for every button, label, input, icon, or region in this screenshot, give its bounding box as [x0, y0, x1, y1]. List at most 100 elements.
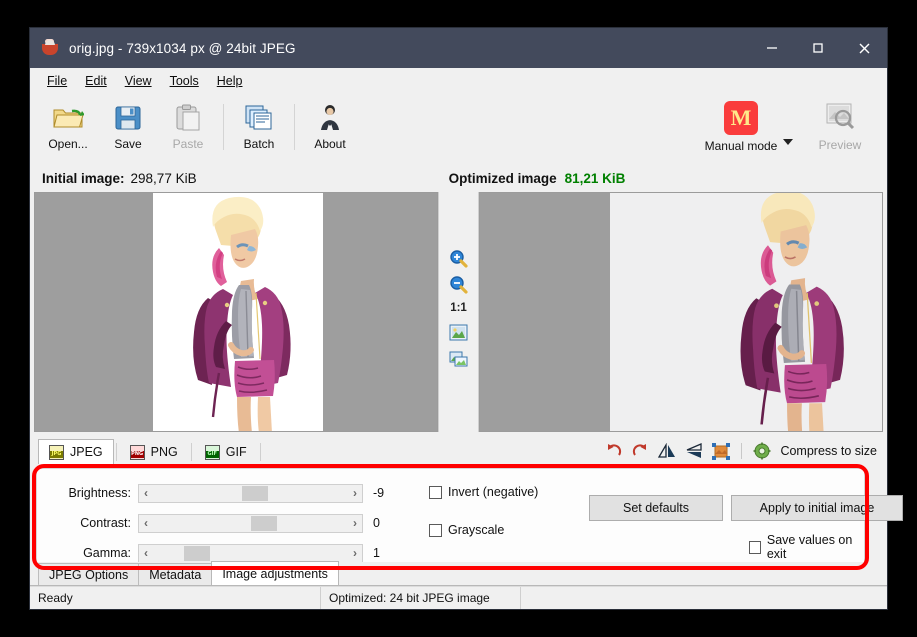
status-ready: Ready — [38, 591, 73, 605]
zoom-in-icon[interactable] — [449, 248, 469, 268]
floppy-save-icon — [114, 101, 142, 135]
contrast-thumb[interactable] — [250, 515, 277, 531]
invert-checkbox[interactable] — [429, 485, 442, 499]
paste-button[interactable]: Paste — [158, 98, 218, 163]
toolbar-separator-2 — [294, 104, 295, 150]
fit-to-window-icon[interactable] — [449, 322, 469, 342]
tab-metadata[interactable]: Metadata — [138, 563, 213, 585]
zoom-out-icon[interactable] — [449, 274, 469, 294]
save-values-on-exit-checkbox[interactable] — [749, 540, 761, 554]
compare-images-icon[interactable] — [449, 348, 469, 368]
rotate-left-icon[interactable] — [604, 442, 622, 460]
zoom-1to1-button[interactable]: 1:1 — [450, 302, 467, 314]
flip-vertical-icon[interactable] — [685, 442, 703, 460]
maximize-icon[interactable] — [795, 28, 841, 68]
contrast-value: 0 — [373, 516, 380, 530]
brightness-slider[interactable]: ‹ › — [138, 483, 363, 503]
format-tab-png[interactable]: PNG PNG — [119, 439, 189, 464]
initial-image-value: 298,77 KiB — [130, 170, 197, 186]
grayscale-checkbox[interactable] — [429, 523, 442, 537]
tab-jpeg-options[interactable]: JPEG Options — [38, 563, 140, 585]
optimized-image-value: 81,21 KiB — [564, 170, 626, 186]
toolbar-right-group: M Manual mode Preview — [693, 98, 877, 163]
contrast-increase-arrow[interactable]: › — [348, 516, 362, 530]
format-tab-gif-label: GIF — [225, 445, 247, 459]
close-icon[interactable] — [841, 28, 887, 68]
invert-checkbox-row[interactable]: Invert (negative) — [429, 485, 538, 499]
initial-image-info: Initial image: 298,77 KiB — [42, 171, 197, 186]
gamma-slider[interactable]: ‹ › — [138, 543, 363, 563]
bottom-tab-bar: JPEG Options Metadata Image adjustments — [30, 561, 887, 586]
manual-mode-button[interactable]: M Manual mode — [693, 98, 789, 163]
preview-zoom-toolbar: 1:1 — [438, 192, 479, 432]
preview-area: 1:1 — [30, 192, 887, 434]
set-defaults-button[interactable]: Set defaults — [589, 495, 723, 521]
apply-to-initial-image-button[interactable]: Apply to initial image — [731, 495, 903, 521]
gif-file-icon: GIF — [204, 444, 220, 460]
format-tab-separator-3 — [259, 443, 261, 461]
menu-tools-label: Tools — [169, 73, 199, 88]
gear-compress-icon[interactable] — [753, 442, 771, 460]
minimize-icon[interactable] — [749, 28, 795, 68]
optimized-image-canvas — [610, 193, 882, 431]
initial-image-canvas — [153, 193, 323, 431]
contrast-slider[interactable]: ‹ › — [138, 513, 363, 533]
gamma-decrease-arrow[interactable]: ‹ — [139, 546, 153, 560]
gamma-thumb[interactable] — [183, 545, 210, 561]
tools-separator — [741, 443, 743, 459]
optimized-image-illustration — [610, 193, 882, 431]
save-button-label: Save — [114, 137, 142, 151]
brightness-thumb[interactable] — [241, 485, 268, 501]
menu-view[interactable]: View — [116, 71, 161, 91]
adjustment-buttons: Set defaults Apply to initial image — [589, 495, 903, 521]
manual-mode-label: Manual mode — [704, 139, 778, 153]
format-tab-separator-1 — [115, 443, 117, 461]
about-button[interactable]: About — [300, 98, 360, 163]
rotate-right-icon[interactable] — [631, 442, 649, 460]
gif-icon-tag: GIF — [205, 450, 219, 458]
title-bar: orig.jpg - 739x1034 px @ 24bit JPEG — [30, 28, 887, 68]
flip-horizontal-icon[interactable] — [658, 442, 676, 460]
about-button-label: About — [314, 137, 346, 151]
person-about-icon — [318, 101, 342, 135]
brightness-decrease-arrow[interactable]: ‹ — [139, 486, 153, 500]
contrast-row: Contrast: ‹ › 0 — [49, 511, 399, 535]
gamma-label: Gamma: — [83, 546, 131, 560]
menu-file-label: File — [47, 73, 68, 88]
menu-tools[interactable]: Tools — [161, 71, 208, 91]
brightness-increase-arrow[interactable]: › — [348, 486, 362, 500]
contrast-decrease-arrow[interactable]: ‹ — [139, 516, 153, 530]
tab-image-adjustments[interactable]: Image adjustments — [211, 561, 339, 585]
gamma-increase-arrow[interactable]: › — [348, 546, 362, 560]
menu-file[interactable]: File — [38, 71, 76, 91]
optimized-image-pane[interactable] — [479, 192, 883, 432]
save-values-on-exit-label: Save values on exit — [766, 533, 853, 561]
menu-edit[interactable]: Edit — [76, 71, 116, 91]
format-tab-jpeg-label: JPEG — [70, 445, 103, 459]
menu-help[interactable]: Help — [208, 71, 252, 91]
toolbar-separator — [223, 104, 224, 150]
sliders-group: Brightness: ‹ › -9 Contrast: ‹ › 0 Gamma… — [49, 481, 399, 571]
grayscale-label: Grayscale — [448, 523, 505, 537]
batch-button-label: Batch — [243, 137, 275, 151]
format-tab-jpeg[interactable]: JPG JPEG — [38, 439, 114, 464]
compress-to-size-label[interactable]: Compress to size — [780, 444, 877, 458]
save-on-exit-row[interactable]: Save values on exit — [749, 533, 864, 561]
initial-image-pane[interactable] — [34, 192, 438, 432]
format-tab-gif[interactable]: GIF GIF — [194, 439, 258, 464]
batch-button[interactable]: Batch — [229, 98, 289, 163]
image-tools-group: Compress to size — [604, 442, 877, 460]
chevron-down-icon[interactable] — [783, 138, 793, 145]
open-button[interactable]: Open... — [38, 98, 98, 163]
grayscale-checkbox-row[interactable]: Grayscale — [429, 523, 538, 537]
menu-help-label: Help — [216, 73, 243, 88]
application-window: orig.jpg - 739x1034 px @ 24bit JPEG File… — [30, 28, 903, 609]
preview-button[interactable]: Preview — [803, 98, 877, 163]
menu-bar: File Edit View Tools Help — [30, 68, 887, 94]
resize-crop-icon[interactable] — [712, 442, 731, 460]
preview-magnifier-icon — [824, 101, 856, 136]
save-button[interactable]: Save — [98, 98, 158, 163]
image-adjustments-panel: Brightness: ‹ › -9 Contrast: ‹ › 0 Gamma… — [36, 468, 903, 566]
status-optimized-info: Optimized: 24 bit JPEG image — [320, 587, 520, 609]
format-tab-png-label: PNG — [150, 445, 178, 459]
